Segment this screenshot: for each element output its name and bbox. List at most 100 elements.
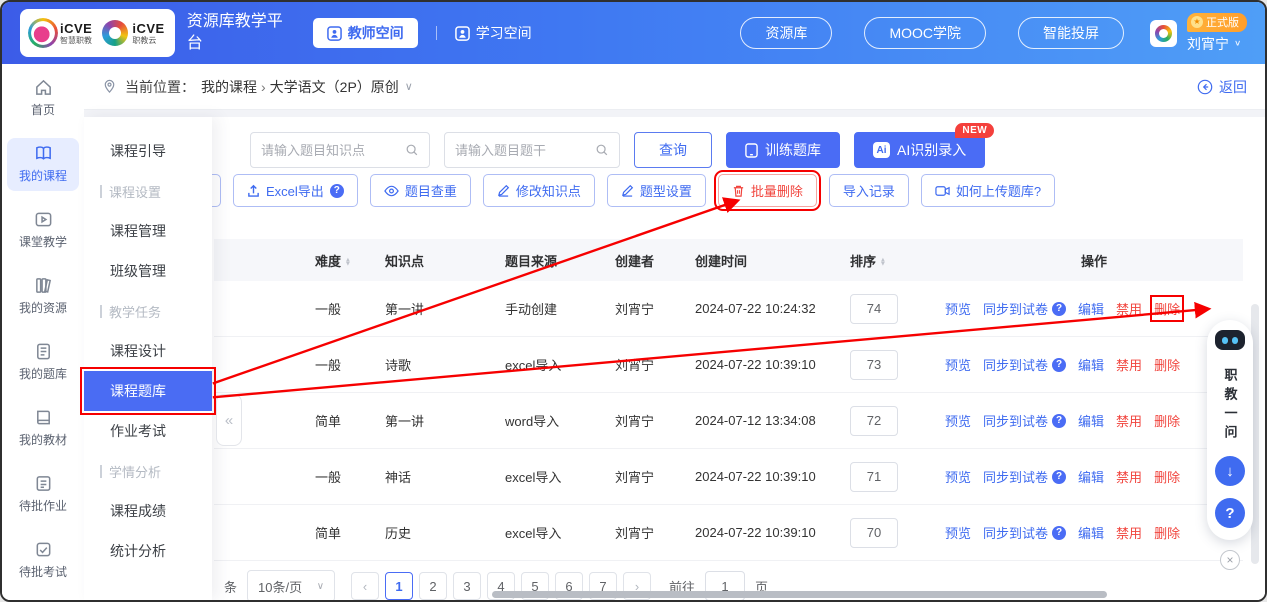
batch-delete-button[interactable]: 批量删除 — [718, 174, 817, 207]
order-input[interactable] — [850, 350, 898, 380]
import-record-button[interactable]: 导入记录 — [829, 174, 909, 207]
cell-created: 2024-07-12 13:34:08 — [689, 413, 844, 428]
col-order: 排序▲▼ — [844, 251, 939, 270]
cell-source: 手动创建 — [499, 299, 609, 318]
page-size-select[interactable]: 10条/页 ∨ — [247, 570, 335, 602]
order-input[interactable] — [850, 406, 898, 436]
sync-to-paper-link[interactable]: 同步到试卷 — [983, 355, 1048, 374]
edit-link[interactable]: 编辑 — [1078, 467, 1104, 486]
sync-help-icon[interactable]: ? — [1052, 526, 1066, 540]
sidebar-item-pending-homework[interactable]: 待批作业 — [7, 468, 79, 521]
delete-link[interactable]: 删除 — [1154, 523, 1180, 542]
preview-link[interactable]: 预览 — [945, 299, 971, 318]
menu-item-course-question-bank[interactable]: 课程题库 — [84, 371, 212, 411]
sidebar-item-home[interactable]: 首页 — [7, 72, 79, 125]
robot-icon[interactable] — [1213, 326, 1247, 356]
excel-export-button[interactable]: Excel导出 ? — [233, 174, 358, 207]
upload-help-button[interactable]: 如何上传题库? — [921, 174, 1055, 207]
prev-page-button[interactable]: ‹ — [351, 572, 379, 600]
ai-recognition-button[interactable]: Ai AI识别录入 NEW — [854, 132, 985, 168]
sync-help-icon[interactable]: ? — [1052, 414, 1066, 428]
disable-link[interactable]: 禁用 — [1116, 355, 1142, 374]
link-resource-library[interactable]: 资源库 — [740, 17, 832, 49]
link-mooc-academy[interactable]: MOOC学院 — [864, 17, 986, 49]
sort-icon[interactable]: ▲▼ — [879, 258, 887, 267]
sync-to-paper-link[interactable]: 同步到试卷 — [983, 467, 1048, 486]
link-smart-cast[interactable]: 智能投屏 — [1018, 17, 1124, 49]
order-input[interactable] — [850, 518, 898, 548]
edit-link[interactable]: 编辑 — [1078, 411, 1104, 430]
edit-link[interactable]: 编辑 — [1078, 523, 1104, 542]
cell-created: 2024-07-22 10:24:32 — [689, 301, 844, 316]
page-button-2[interactable]: 2 — [419, 572, 447, 600]
sync-help-icon[interactable]: ? — [1052, 302, 1066, 316]
sort-icon[interactable]: ▲▼ — [344, 258, 352, 267]
question-type-button[interactable]: 题型设置 — [607, 174, 706, 207]
delete-link[interactable]: 删除 — [1154, 411, 1180, 430]
back-button[interactable]: 返回 — [1197, 77, 1247, 97]
panel-collapse-handle[interactable]: « — [216, 394, 242, 446]
col-creator: 创建者 — [609, 251, 689, 270]
menu-item-homework-exam[interactable]: 作业考试 — [84, 411, 212, 451]
delete-link[interactable]: 删除 — [1154, 467, 1180, 486]
logo2-brand: iCVE — [132, 22, 164, 35]
disable-link[interactable]: 禁用 — [1116, 299, 1142, 318]
training-bank-button[interactable]: 训练题库 — [726, 132, 840, 168]
sync-help-icon[interactable]: ? — [1052, 358, 1066, 372]
duplicate-check-button[interactable]: 题目查重 — [370, 174, 471, 207]
sidebar-item-my-question-bank[interactable]: 我的题库 — [7, 336, 79, 389]
knowledge-point-input[interactable] — [261, 143, 399, 158]
disable-link[interactable]: 禁用 — [1116, 467, 1142, 486]
edit-knowledge-button[interactable]: 修改知识点 — [483, 174, 595, 207]
preview-link[interactable]: 预览 — [945, 355, 971, 374]
horizontal-scrollbar[interactable] — [492, 591, 1107, 598]
menu-item-course-management[interactable]: 课程管理 — [84, 211, 212, 251]
assistant-title[interactable]: 职教一问 — [1221, 368, 1240, 444]
nav-teacher-space[interactable]: 教师空间 — [313, 18, 418, 48]
close-icon[interactable]: × — [1220, 550, 1240, 570]
excel-help-icon[interactable]: ? — [330, 184, 344, 198]
delete-link[interactable]: 删除 — [1154, 355, 1180, 374]
edit-link[interactable]: 编辑 — [1078, 299, 1104, 318]
sidebar-item-pending-exams[interactable]: 待批考试 — [7, 534, 79, 587]
menu-item-course-design[interactable]: 课程设计 — [84, 331, 212, 371]
menu-item-statistics[interactable]: 统计分析 — [84, 531, 212, 571]
menu-item-course-guide[interactable]: 课程引导 — [84, 131, 212, 171]
sync-to-paper-link[interactable]: 同步到试卷 — [983, 411, 1048, 430]
sidebar-item-my-textbooks[interactable]: 我的教材 — [7, 402, 79, 455]
preview-link[interactable]: 预览 — [945, 411, 971, 430]
icve-cloud-logo-icon — [102, 20, 128, 46]
disable-link[interactable]: 禁用 — [1116, 523, 1142, 542]
query-button[interactable]: 查询 — [634, 132, 712, 168]
order-input[interactable] — [850, 462, 898, 492]
page-button-3[interactable]: 3 — [453, 572, 481, 600]
disable-link[interactable]: 禁用 — [1116, 411, 1142, 430]
sync-help-icon[interactable]: ? — [1052, 470, 1066, 484]
sync-to-paper-link[interactable]: 同步到试卷 — [983, 523, 1048, 542]
menu-item-class-management[interactable]: 班级管理 — [84, 251, 212, 291]
app-window: iCVE 智慧职教 iCVE 职教云 资源库教学平台 教师空间 学习空间 资源库 — [0, 0, 1267, 602]
breadcrumb-chevron-icon[interactable]: ∨ — [405, 80, 413, 93]
avatar[interactable] — [1150, 20, 1177, 47]
edit-link[interactable]: 编辑 — [1078, 355, 1104, 374]
help-icon[interactable]: ? — [1215, 498, 1245, 528]
preview-link[interactable]: 预览 — [945, 467, 971, 486]
question-stem-input[interactable] — [455, 143, 589, 158]
order-input[interactable] — [850, 294, 898, 324]
user-menu[interactable]: 刘宵宁 ∨ — [1187, 34, 1241, 54]
breadcrumb-parent[interactable]: 我的课程 — [201, 77, 257, 97]
col-difficulty: 难度▲▼ — [309, 251, 379, 270]
sync-to-paper-link[interactable]: 同步到试卷 — [983, 299, 1048, 318]
menu-item-course-grades[interactable]: 课程成绩 — [84, 491, 212, 531]
page-button-1[interactable]: 1 — [385, 572, 413, 600]
delete-link[interactable]: 删除 — [1154, 299, 1180, 318]
nav-learning-space[interactable]: 学习空间 — [455, 23, 532, 43]
top-header: iCVE 智慧职教 iCVE 职教云 资源库教学平台 教师空间 学习空间 资源库 — [2, 2, 1265, 64]
download-icon[interactable]: ↓ — [1215, 456, 1245, 486]
cell-creator: 刘宵宁 — [609, 523, 689, 542]
sidebar-item-classroom-teaching[interactable]: 课堂教学 — [7, 204, 79, 257]
table-row: 简单 历史 excel导入 刘宵宁 2024-07-22 10:39:10 预览… — [214, 505, 1243, 561]
sidebar-item-my-courses[interactable]: 我的课程 — [7, 138, 79, 191]
preview-link[interactable]: 预览 — [945, 523, 971, 542]
sidebar-item-my-resources[interactable]: 我的资源 — [7, 270, 79, 323]
